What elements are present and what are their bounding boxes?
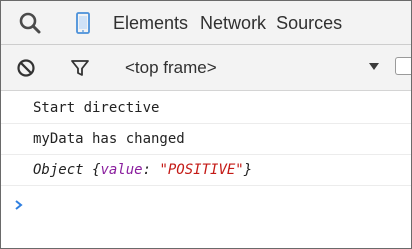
console-message-text: myData has changed [33,131,185,147]
device-mode-icon[interactable] [69,10,97,36]
filter-icon[interactable] [69,57,91,79]
tab-sources[interactable]: Sources [276,13,342,34]
console-toolbar: <top frame> [1,45,411,91]
console-prompt-chevron-icon [14,199,24,215]
console-message: myData has changed [1,124,411,155]
object-key: value [100,162,143,178]
tab-network[interactable]: Network [200,13,266,34]
devtools-window: Elements Network Sources <top frame> Sta… [0,0,412,249]
object-suffix: } [243,162,253,178]
chevron-down-icon[interactable] [369,63,379,70]
preserve-log-checkbox[interactable] [395,57,411,75]
object-prefix: Object { [33,162,101,178]
search-icon[interactable] [17,10,45,36]
object-colon: : [142,162,160,178]
object-value: "POSITIVE" [159,162,244,178]
console-message: Start directive [1,93,411,124]
clear-console-icon[interactable] [15,57,37,79]
console-object-message[interactable]: Object {value: "POSITIVE"} [1,155,411,186]
object-preview[interactable]: Object {value: "POSITIVE"} [33,162,252,179]
tab-elements[interactable]: Elements [113,13,188,34]
devtools-tabs: Elements Network Sources [113,1,354,45]
console-message-text: Start directive [33,100,160,116]
console-output: Start directive myData has changed Objec… [1,91,411,248]
devtools-tab-bar: Elements Network Sources [1,1,411,45]
console-prompt[interactable] [1,186,411,248]
frame-selector[interactable]: <top frame> [125,55,217,81]
